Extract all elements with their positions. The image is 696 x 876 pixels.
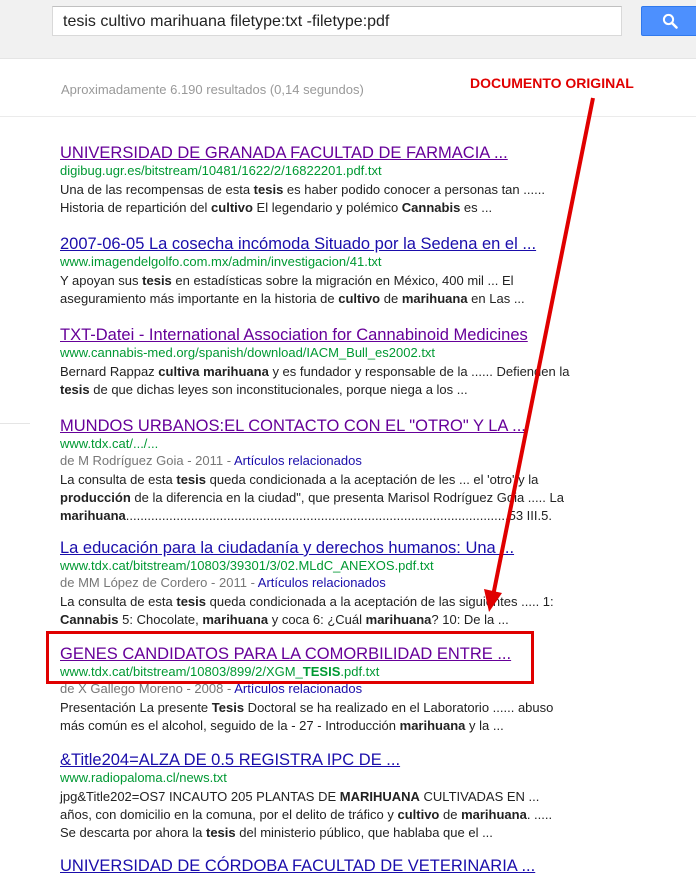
snippet-keyword: tesis — [176, 472, 206, 487]
snippet-text: . ..... — [526, 807, 553, 822]
result-snippet: La consulta de esta tesis queda condicio… — [60, 593, 590, 629]
snippet-text: de la diferencia en la ciudad", que pres… — [130, 490, 564, 505]
result-year: 2011 — [195, 453, 224, 468]
snippet-keyword: marihuana — [401, 291, 468, 306]
snippet-keyword: tesis — [176, 594, 206, 609]
related-articles-link[interactable]: Artículos relacionados — [258, 575, 386, 590]
results-divider — [0, 116, 696, 117]
result-title-link[interactable]: La educación para la ciudadanía y derech… — [60, 538, 590, 558]
search-result: UNIVERSIDAD DE CÓRDOBA FACULTAD DE VETER… — [60, 856, 590, 876]
snippet-keyword: tesis — [253, 182, 284, 197]
snippet-text: y es fundador y responsable de la ......… — [268, 364, 570, 379]
search-input[interactable]: tesis cultivo marihuana filetype:txt -fi… — [52, 6, 622, 36]
related-articles-link[interactable]: Artículos relacionados — [234, 453, 362, 468]
result-title-link[interactable]: &Title204=ALZA DE 0.5 REGISTRA IPC DE ..… — [60, 750, 590, 770]
snippet-text: Se descarta por ahora la — [60, 825, 206, 840]
snippet-text: del ministerio público, que hablaba que … — [235, 825, 493, 840]
search-result: 2007-06-05 La cosecha incómoda Situado p… — [60, 234, 590, 308]
snippet-keyword: marihuana — [202, 612, 269, 627]
sidebar-divider — [0, 423, 30, 424]
search-button[interactable] — [641, 6, 696, 36]
snippet-text: ........................................… — [125, 508, 552, 523]
search-result: La educación para la ciudadanía y derech… — [60, 538, 590, 629]
result-snippet: Bernard Rappaz cultiva marihuana y es fu… — [60, 363, 590, 399]
snippet-keyword: cultivo — [397, 807, 440, 822]
result-snippet: La consulta de esta tesis queda condicio… — [60, 471, 590, 525]
snippet-keyword: Tesis — [211, 700, 245, 715]
snippet-text: Presentación La presente — [60, 700, 212, 715]
snippet-text: Una de las recompensas de esta — [60, 182, 254, 197]
result-url: www.cannabis-med.org/spanish/download/IA… — [60, 345, 436, 360]
result-title-link[interactable]: UNIVERSIDAD DE GRANADA FACULTAD DE FARMA… — [60, 143, 590, 163]
snippet-text: La consulta de esta — [60, 472, 177, 487]
snippet-keyword: marihuana — [365, 612, 432, 627]
snippet-keyword: Cannabis — [401, 200, 461, 215]
result-url: digibug.ugr.es/bitstream/10481/1622/2/16… — [60, 163, 382, 178]
snippet-text: El legendario y polémico — [252, 200, 402, 215]
result-title-link[interactable]: UNIVERSIDAD DE CÓRDOBA FACULTAD DE VETER… — [60, 856, 590, 876]
result-title-link[interactable]: TXT-Datei - International Association fo… — [60, 325, 590, 345]
snippet-text: y coca 6: ¿Cuál — [268, 612, 366, 627]
search-result: MUNDOS URBANOS:EL CONTACTO CON EL "OTRO"… — [60, 416, 590, 525]
result-meta: de MM López de Cordero - 2011 - Artículo… — [60, 575, 386, 590]
result-url: www.tdx.cat/bitstream/10803/39301/3/02.M… — [60, 558, 434, 573]
snippet-text: Bernard Rappaz — [60, 364, 159, 379]
snippet-text: en estadísticas sobre la migración en Mé… — [171, 273, 514, 288]
snippet-text: CULTIVADAS EN ... — [419, 789, 540, 804]
result-snippet: Presentación La presente Tesis Doctoral … — [60, 699, 590, 735]
result-author: de M Rodríguez Goia — [60, 453, 184, 468]
snippet-keyword: cultiva marihuana — [158, 364, 269, 379]
snippet-text: queda condicionada a la aceptación de le… — [206, 472, 539, 487]
search-header: tesis cultivo marihuana filetype:txt -fi… — [0, 0, 696, 59]
result-meta: de M Rodríguez Goia - 2011 - Artículos r… — [60, 453, 362, 468]
snippet-text: de — [439, 807, 462, 822]
snippet-text: Doctoral se ha realizado en el Laborator… — [244, 700, 554, 715]
search-result: TXT-Datei - International Association fo… — [60, 325, 590, 399]
result-stats: Aproximadamente 6.190 resultados (0,14 s… — [61, 82, 364, 97]
snippet-text: y la ... — [465, 718, 504, 733]
snippet-text: más común es el alcohol, seguido de la -… — [60, 718, 400, 733]
snippet-text: en Las ... — [467, 291, 525, 306]
snippet-keyword: marihuana — [461, 807, 527, 822]
snippet-keyword: cultivo — [338, 291, 381, 306]
result-url: www.tdx.cat/.../... — [60, 436, 159, 451]
result-author: de MM López de Cordero — [60, 575, 208, 590]
snippet-text: Historia de repartición del — [60, 200, 212, 215]
snippet-text: es ... — [460, 200, 493, 215]
search-result: UNIVERSIDAD DE GRANADA FACULTAD DE FARMA… — [60, 143, 590, 217]
snippet-text: de que dichas leyes son inconstitucional… — [89, 382, 468, 397]
search-icon — [662, 13, 678, 29]
snippet-text: años, con domicilio en la comuna, por el… — [60, 807, 398, 822]
snippet-text: aseguramiento más importante en la histo… — [60, 291, 339, 306]
snippet-text: ? 10: De la ... — [431, 612, 509, 627]
result-year: 2011 — [218, 575, 247, 590]
snippet-text: 5: Chocolate, — [118, 612, 203, 627]
snippet-keyword: tesis — [60, 382, 90, 397]
snippet-keyword: tesis — [142, 273, 172, 288]
result-title-link[interactable]: MUNDOS URBANOS:EL CONTACTO CON EL "OTRO"… — [60, 416, 590, 436]
result-snippet: Una de las recompensas de esta tesis es … — [60, 181, 590, 217]
snippet-keyword: Cannabis — [60, 612, 119, 627]
snippet-text: queda condicionada a la aceptación de la… — [206, 594, 554, 609]
snippet-keyword: cultivo — [211, 200, 253, 215]
snippet-keyword: producción — [60, 490, 131, 505]
snippet-text: La consulta de esta — [60, 594, 177, 609]
result-url: www.imagendelgolfo.com.mx/admin/investig… — [60, 254, 382, 269]
snippet-text: Y apoyan sus — [60, 273, 143, 288]
snippet-keyword: tesis — [205, 825, 236, 840]
snippet-keyword: marihuana — [399, 718, 466, 733]
annotation-label: DOCUMENTO ORIGINAL — [470, 75, 634, 91]
snippet-text: jpg&Title202=OS7 INCAUTO 205 PLANTAS DE — [60, 789, 340, 804]
result-title-link[interactable]: 2007-06-05 La cosecha incómoda Situado p… — [60, 234, 590, 254]
result-snippet: jpg&Title202=OS7 INCAUTO 205 PLANTAS DE … — [60, 788, 590, 842]
highlight-box — [46, 631, 534, 684]
snippet-keyword: MARIHUANA — [339, 789, 420, 804]
result-url: www.radiopaloma.cl/news.txt — [60, 770, 227, 785]
snippet-text: de — [380, 291, 402, 306]
snippet-keyword: marihuana — [60, 508, 126, 523]
search-result: &Title204=ALZA DE 0.5 REGISTRA IPC DE ..… — [60, 750, 590, 842]
result-snippet: Y apoyan sus tesis en estadísticas sobre… — [60, 272, 590, 308]
snippet-text: es haber podido conocer a personas tan .… — [283, 182, 545, 197]
